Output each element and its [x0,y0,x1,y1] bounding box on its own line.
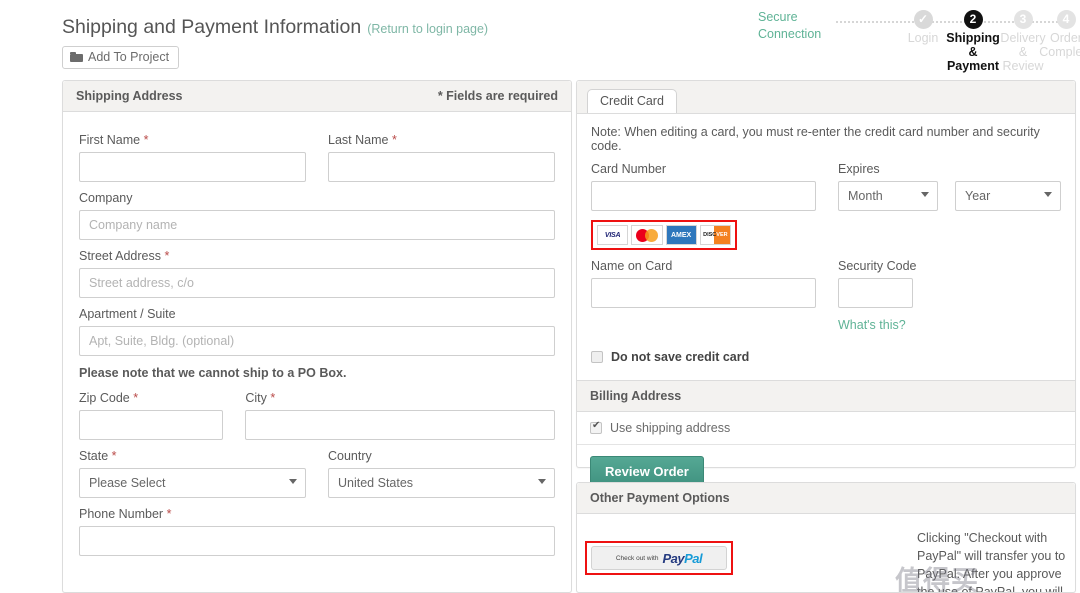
street-address-input[interactable] [79,268,555,298]
add-to-project-button[interactable]: Add To Project [62,46,180,69]
do-not-save-label: Do not save credit card [611,350,750,364]
phone-input[interactable] [79,526,555,556]
security-code-input[interactable] [838,278,913,308]
apartment-label: Apartment / Suite [79,307,176,321]
amex-icon: AMEX [665,225,697,245]
page-header: Shipping and Payment Information (Return … [62,16,488,69]
state-country-row: State * Please Select Country United Sta… [79,440,555,498]
discover-icon: DISC VER [699,225,731,245]
state-label: State * [79,449,117,463]
street-address-label: Street Address * [79,249,170,263]
billing-address-header: Billing Address [577,380,1075,412]
company-label: Company [79,191,133,205]
shipping-address-panel: Shipping Address * Fields are required F… [62,80,572,593]
card-number-expires-row: Card Number Expires Month Year [591,162,1061,211]
secure-connection-text: Secure Connection [758,10,822,41]
use-shipping-address-row[interactable]: Use shipping address [577,412,1075,445]
expire-month-select[interactable]: Month [838,181,938,211]
return-to-login-link[interactable]: (Return to login page) [367,22,488,36]
chevron-down-icon [921,192,929,197]
last-name-label: Last Name * [328,133,397,147]
chevron-down-icon [289,479,297,484]
do-not-save-checkbox[interactable] [591,351,603,363]
state-select-value: Please Select [79,468,306,498]
other-payment-body: Check out with PayPal Clicking "Checkout… [577,514,1075,593]
other-payment-header: Other Payment Options [577,483,1075,514]
expire-year-select[interactable]: Year [955,181,1061,211]
paypal-description: Clicking "Checkout with PayPal" will tra… [917,531,1066,593]
name-row: First Name * Last Name * [79,124,555,182]
whats-this-link[interactable]: What's this? [838,318,906,332]
first-name-input[interactable] [79,152,306,182]
apartment-input[interactable] [79,326,555,356]
last-name-input[interactable] [328,152,555,182]
card-number-label: Card Number [591,162,667,176]
step-order-complete[interactable]: 4 OrderComplete [1023,10,1080,59]
required-fields-note: * Fields are required [437,89,558,103]
card-number-input[interactable] [591,181,816,211]
country-select[interactable]: United States [328,468,555,498]
other-payment-options-panel: Other Payment Options Check out with Pay… [576,482,1076,593]
tab-credit-card[interactable]: Credit Card [587,89,677,113]
first-name-label: First Name * [79,133,149,147]
name-on-card-input[interactable] [591,278,816,308]
paypal-button-prefix: Check out with [615,554,659,562]
shipping-panel-title: Shipping Address [76,89,183,103]
name-security-row: Name on Card Security Code What's this? [591,250,1061,334]
chevron-down-icon [1044,192,1052,197]
shipping-panel-header: Shipping Address * Fields are required [63,81,571,112]
accepted-card-brands: VISA AMEX DISC VER [591,220,737,250]
security-code-label: Security Code [838,259,917,273]
do-not-save-row[interactable]: Do not save credit card [591,350,1061,364]
country-select-value: United States [328,468,555,498]
use-shipping-address-label: Use shipping address [610,421,731,435]
other-payment-title: Other Payment Options [590,491,730,505]
company-input[interactable] [79,210,555,240]
phone-label: Phone Number * [79,507,172,521]
add-to-project-label: Add To Project [88,50,170,64]
paypal-annotation-box: Check out with PayPal [585,541,733,575]
po-box-note: Please note that we cannot ship to a PO … [79,366,347,380]
chevron-down-icon [538,479,546,484]
credit-card-panel: Credit Card Note: When editing a card, y… [576,80,1076,487]
checkout-with-paypal-button[interactable]: Check out with PayPal [591,546,727,570]
zip-label: Zip Code * [79,391,139,405]
page-title: Shipping and Payment Information [62,16,362,38]
state-select[interactable]: Please Select [79,468,306,498]
shipping-form: First Name * Last Name * Company Street … [63,112,571,556]
country-label: Country [328,449,372,463]
city-label: City * [245,391,276,405]
step-complete-label: OrderComplete [1039,31,1080,59]
zip-input[interactable] [79,410,224,440]
checkout-progress: Secure Connection ✓ Login 2 Shipping & Pay… [758,4,1080,73]
expires-label: Expires [838,162,880,176]
step-complete-bubble: 4 [1056,10,1076,29]
paypal-logo: PayPal [662,550,703,566]
zip-city-row: Zip Code * City * [79,382,555,440]
name-on-card-label: Name on Card [591,259,673,273]
payment-tabbar: Credit Card [577,81,1075,114]
credit-card-form: Note: When editing a card, you must re-e… [577,114,1075,364]
mastercard-icon [631,225,663,245]
city-input[interactable] [245,410,555,440]
folder-icon [70,52,83,62]
credit-card-note: Note: When editing a card, you must re-e… [591,125,1040,153]
use-shipping-address-checkbox[interactable] [590,420,602,434]
checkout-page: Shipping and Payment Information (Return … [0,0,1080,593]
visa-icon: VISA [597,225,629,245]
